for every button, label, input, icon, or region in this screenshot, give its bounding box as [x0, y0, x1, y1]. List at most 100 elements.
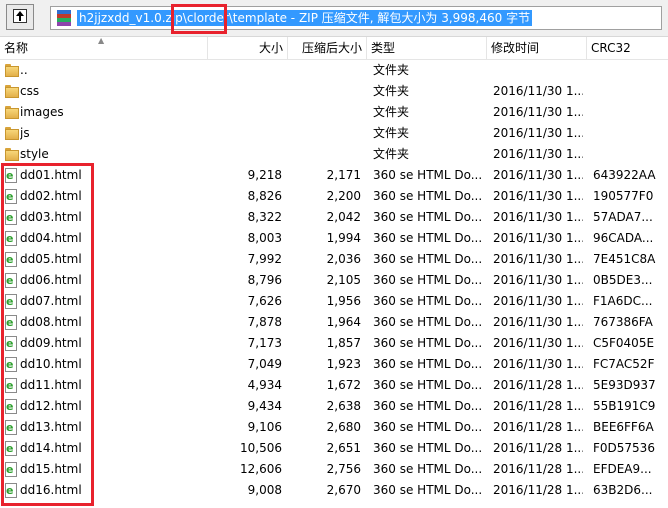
cell-modified: 2016/11/28 1... [493, 420, 583, 434]
table-row[interactable]: e dd08.html 7,878 1,964 360 se HTML Do... 201… [0, 312, 668, 333]
column-compressed-size[interactable]: 压缩后大小 [288, 37, 367, 59]
cell-modified: 2016/11/30 1... [493, 336, 583, 350]
table-row[interactable]: e dd04.html 8,003 1,994 360 se HTML Do... 201… [0, 228, 668, 249]
cell-type: 360 se HTML Do... [373, 315, 483, 329]
table-row[interactable]: e dd03.html 8,322 2,042 360 se HTML Do... 201… [0, 207, 668, 228]
cell-type: 文件夹 [373, 63, 410, 77]
cell-type: 文件夹 [373, 84, 410, 98]
cell-compressed-size [288, 81, 361, 102]
table-row[interactable]: .. 文件夹 [0, 60, 668, 81]
cell-modified: 2016/11/30 1... [493, 294, 583, 308]
table-row[interactable]: e dd01.html 9,218 2,171 360 se HTML Do... 201… [0, 165, 668, 186]
cell-type: 360 se HTML Do... [373, 462, 483, 476]
cell-size: 7,626 [247, 294, 282, 308]
path-text[interactable]: h2jjzxdd_v1.0.zip\clorder\template - ZIP… [77, 10, 533, 26]
cell-crc32: 643922AA [593, 168, 656, 182]
cell-size: 7,992 [247, 252, 282, 266]
cell-name: images [20, 105, 64, 119]
cell-modified: 2016/11/30 1... [493, 273, 583, 287]
cell-type: 360 se HTML Do... [373, 210, 483, 224]
cell-size: 8,003 [247, 231, 282, 245]
folder-icon [5, 64, 19, 77]
cell-modified: 2016/11/30 1... [493, 84, 583, 98]
cell-modified: 2016/11/30 1... [493, 189, 583, 203]
cell-crc32: 57ADA7... [593, 210, 653, 224]
table-row[interactable]: e dd02.html 8,826 2,200 360 se HTML Do... 201… [0, 186, 668, 207]
table-row[interactable]: e dd13.html 9,106 2,680 360 se HTML Do... 201… [0, 417, 668, 438]
table-row[interactable]: e dd06.html 8,796 2,105 360 se HTML Do... 201… [0, 270, 668, 291]
cell-type: 360 se HTML Do... [373, 252, 483, 266]
folder-icon [5, 85, 19, 98]
cell-type: 360 se HTML Do... [373, 189, 483, 203]
cell-type: 360 se HTML Do... [373, 357, 483, 371]
table-row[interactable]: e dd09.html 7,173 1,857 360 se HTML Do... 201… [0, 333, 668, 354]
cell-crc32: EFDEA9... [593, 462, 652, 476]
cell-type: 360 se HTML Do... [373, 420, 483, 434]
cell-crc32: C5F0405E [593, 336, 655, 350]
table-row[interactable]: css 文件夹 2016/11/30 1... [0, 81, 668, 102]
table-row[interactable]: e dd14.html 10,506 2,651 360 se HTML Do... 20… [0, 438, 668, 459]
table-row[interactable]: e dd15.html 12,606 2,756 360 se HTML Do... 20… [0, 459, 668, 480]
table-row[interactable]: e dd12.html 9,434 2,638 360 se HTML Do... 201… [0, 396, 668, 417]
cell-size: 4,934 [247, 378, 282, 392]
column-header: 名称 ▲ 大小 压缩后大小 类型 修改时间 CRC32 [0, 37, 668, 60]
cell-crc32: 96CADA... [593, 231, 654, 245]
column-size[interactable]: 大小 [208, 37, 288, 59]
cell-modified: 2016/11/30 1... [493, 126, 583, 140]
cell-crc32 [593, 60, 665, 81]
cell-type: 文件夹 [373, 147, 410, 161]
table-row[interactable]: e dd16.html 9,008 2,670 360 se HTML Do... 201… [0, 480, 668, 501]
cell-compressed-size: 1,672 [326, 378, 361, 392]
cell-compressed-size [288, 60, 361, 81]
column-crc32[interactable]: CRC32 [587, 37, 668, 59]
cell-size: 9,106 [247, 420, 282, 434]
path-bar[interactable]: h2jjzxdd_v1.0.zip\clorder\template - ZIP… [50, 6, 662, 30]
column-modified[interactable]: 修改时间 [487, 37, 587, 59]
cell-crc32 [593, 144, 665, 165]
table-row[interactable]: images 文件夹 2016/11/30 1... [0, 102, 668, 123]
cell-size [208, 102, 282, 123]
up-folder-button[interactable] [6, 4, 34, 30]
cell-compressed-size [288, 123, 361, 144]
highlight-box-path [171, 4, 227, 34]
cell-compressed-size: 2,670 [326, 483, 361, 497]
column-modified-label: 修改时间 [491, 41, 540, 55]
table-row[interactable]: e dd07.html 7,626 1,956 360 se HTML Do... 201… [0, 291, 668, 312]
cell-size: 7,878 [247, 315, 282, 329]
cell-crc32 [593, 123, 665, 144]
table-row[interactable]: e dd10.html 7,049 1,923 360 se HTML Do... 201… [0, 354, 668, 375]
table-row[interactable]: e dd11.html 4,934 1,672 360 se HTML Do... 201… [0, 375, 668, 396]
column-crc-label: CRC32 [591, 41, 631, 55]
cell-modified: 2016/11/30 1... [493, 147, 583, 161]
cell-modified: 2016/11/30 1... [493, 168, 583, 182]
cell-type: 文件夹 [373, 105, 410, 119]
cell-modified: 2016/11/28 1... [493, 483, 583, 497]
cell-size: 8,826 [247, 189, 282, 203]
table-row[interactable]: e dd05.html 7,992 2,036 360 se HTML Do... 201… [0, 249, 668, 270]
cell-type: 360 se HTML Do... [373, 441, 483, 455]
zip-archive-icon [57, 10, 71, 26]
column-type-label: 类型 [371, 41, 396, 55]
cell-crc32: BEE6FF6A [593, 420, 654, 434]
toolbar: h2jjzxdd_v1.0.zip\clorder\template - ZIP… [0, 0, 668, 37]
cell-size [208, 144, 282, 165]
cell-compressed-size [288, 144, 361, 165]
cell-compressed-size: 1,964 [326, 315, 361, 329]
cell-modified: 2016/11/30 1... [493, 210, 583, 224]
cell-crc32 [593, 102, 665, 123]
cell-size: 7,173 [247, 336, 282, 350]
cell-size [208, 81, 282, 102]
cell-compressed-size: 1,994 [326, 231, 361, 245]
cell-crc32: 0B5DE3... [593, 273, 653, 287]
column-size-label: 大小 [258, 41, 283, 55]
cell-name: style [20, 147, 49, 161]
table-row[interactable]: js 文件夹 2016/11/30 1... [0, 123, 668, 144]
cell-compressed-size: 2,171 [326, 168, 361, 182]
highlight-box-files [1, 163, 94, 506]
column-type[interactable]: 类型 [367, 37, 487, 59]
cell-compressed-size: 1,956 [326, 294, 361, 308]
folder-icon [5, 127, 19, 140]
table-row[interactable]: style 文件夹 2016/11/30 1... [0, 144, 668, 165]
column-name[interactable]: 名称 ▲ [0, 37, 208, 59]
cell-size: 8,322 [247, 210, 282, 224]
